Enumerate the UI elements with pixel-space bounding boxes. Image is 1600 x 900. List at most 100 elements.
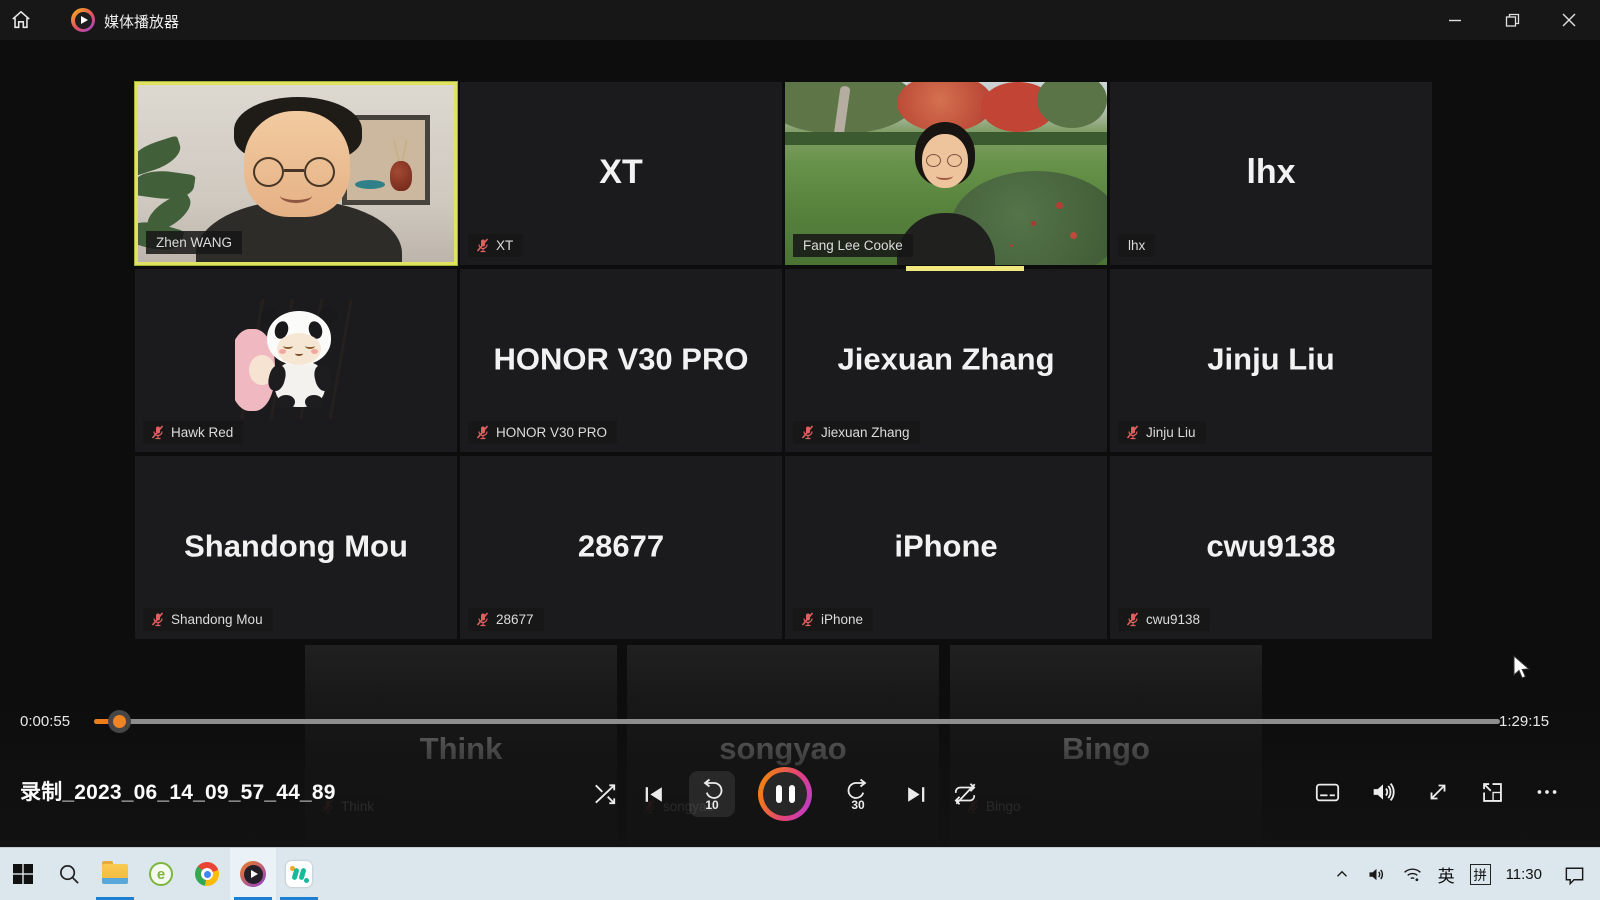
tile-honor-v30-pro: HONOR V30 PRO HONOR V30 PRO [460, 269, 782, 452]
fullscreen-button[interactable] [1425, 779, 1451, 805]
muted-mic-icon [476, 612, 490, 627]
participant-name: Fang Lee Cooke [803, 238, 903, 253]
home-icon [10, 9, 32, 31]
home-button[interactable] [0, 0, 42, 40]
tile-hawk-red: Hawk Red [135, 269, 457, 452]
muted-mic-icon [801, 612, 815, 627]
file-explorer-icon [102, 864, 128, 884]
participant-name: lhx [1128, 238, 1145, 253]
tile-xt: XT XT [460, 82, 782, 265]
more-options-button[interactable] [1534, 779, 1560, 805]
taskbar-teal-app[interactable] [276, 848, 322, 900]
participant-big-name: 28677 [460, 528, 782, 564]
participant-name: Jinju Liu [1146, 425, 1196, 440]
start-button[interactable] [0, 848, 46, 900]
participant-name-label: cwu9138 [1118, 608, 1210, 631]
skip-forward-amount: 30 [835, 798, 881, 812]
participant-name-label: 28677 [468, 608, 544, 631]
participant-name: cwu9138 [1146, 612, 1200, 627]
ime-language-indicator[interactable]: 英 [1438, 862, 1455, 887]
participant-name-label: Jiexuan Zhang [793, 421, 920, 444]
more-icon [1534, 779, 1560, 805]
tray-network[interactable] [1402, 864, 1423, 885]
search-icon [58, 863, 81, 886]
pause-icon [763, 772, 807, 816]
media-player-logo-icon [71, 8, 95, 32]
participant-name-label: Hawk Red [143, 421, 243, 444]
muted-mic-icon [151, 612, 165, 627]
participant-name-label: HONOR V30 PRO [468, 421, 617, 444]
restore-button[interactable] [1489, 0, 1535, 40]
participant-big-name: lhx [1110, 152, 1432, 191]
progress-bar-track[interactable] [94, 719, 1500, 724]
browser-e-icon: e [149, 862, 173, 886]
taskbar-search-button[interactable] [46, 848, 92, 900]
tile-shandong-mou: Shandong Mou Shandong Mou [135, 456, 457, 639]
notification-center[interactable] [1563, 863, 1586, 886]
tile-jinju-liu: Jinju Liu Jinju Liu [1110, 269, 1432, 452]
tile-fang-lee-cooke: Fang Lee Cooke [785, 82, 1107, 265]
skip-back-10-button[interactable]: 10 [689, 771, 735, 817]
participant-name: iPhone [821, 612, 863, 627]
participant-big-name: Jinju Liu [1110, 341, 1432, 377]
participant-name-label: Fang Lee Cooke [793, 234, 913, 257]
fullscreen-icon [1425, 779, 1451, 805]
participant-big-name: Bingo [950, 731, 1262, 767]
shuffle-button[interactable] [592, 781, 618, 807]
repeat-off-icon [952, 781, 978, 807]
tray-show-hidden-icons[interactable] [1333, 865, 1351, 883]
participant-name: Hawk Red [171, 425, 233, 440]
next-button[interactable] [904, 782, 929, 807]
participant-name-label: Zhen WANG [146, 231, 242, 254]
notification-icon [1563, 863, 1586, 886]
participant-name: Zhen WANG [156, 235, 232, 250]
participant-name: Jiexuan Zhang [821, 425, 910, 440]
taskbar-media-player[interactable] [230, 848, 276, 900]
participant-big-name: Shandong Mou [135, 528, 457, 564]
participant-name-label: Jinju Liu [1118, 421, 1206, 444]
participant-name-label: XT [468, 234, 523, 257]
participant-big-name: XT [460, 152, 782, 191]
participant-name-label: iPhone [793, 608, 873, 631]
minimize-button[interactable] [1432, 0, 1478, 40]
repeat-off-button[interactable] [952, 781, 978, 807]
ime-mode-indicator[interactable]: 拼 [1470, 864, 1491, 885]
restore-icon [1505, 13, 1520, 28]
chrome-icon [195, 862, 219, 886]
tile-cwu9138: cwu9138 cwu9138 [1110, 456, 1432, 639]
participant-big-name: iPhone [785, 528, 1107, 564]
skip-back-amount: 10 [689, 798, 735, 812]
active-audio-indicator [906, 266, 1024, 271]
participant-name: XT [496, 238, 513, 253]
muted-mic-icon [1126, 612, 1140, 627]
teal-app-icon [286, 861, 312, 887]
previous-icon [641, 782, 666, 807]
participant-big-name: songyao [627, 731, 939, 767]
participant-big-name: cwu9138 [1110, 528, 1432, 564]
tray-volume[interactable] [1366, 864, 1387, 885]
taskbar-chrome[interactable] [184, 848, 230, 900]
wifi-icon [1402, 864, 1423, 885]
previous-button[interactable] [641, 782, 666, 807]
close-button[interactable] [1546, 0, 1592, 40]
tile-lhx: lhx lhx [1110, 82, 1432, 265]
pause-button[interactable] [758, 767, 812, 821]
windows-taskbar: e [0, 847, 1600, 900]
skip-forward-30-button[interactable]: 30 [835, 771, 881, 817]
elapsed-time: 0:00:55 [20, 713, 70, 730]
mini-player-button[interactable] [1479, 779, 1506, 806]
taskbar-file-explorer[interactable] [92, 848, 138, 900]
muted-mic-icon [1126, 425, 1140, 440]
progress-thumb[interactable] [108, 710, 131, 733]
subtitles-button[interactable] [1314, 779, 1341, 806]
tile-zhen-wang: Zhen WANG [135, 82, 457, 265]
total-duration: 1:29:15 [1499, 713, 1549, 730]
next-icon [904, 782, 929, 807]
video-content[interactable]: Zhen WANG XT XT [0, 40, 1600, 847]
taskbar-clock[interactable]: 11:30 [1506, 866, 1542, 883]
media-player-taskbar-icon [240, 861, 266, 887]
volume-button[interactable] [1369, 778, 1397, 806]
taskbar-browser-e[interactable]: e [138, 848, 184, 900]
participant-big-name: Think [305, 731, 617, 767]
tile-iphone: iPhone iPhone [785, 456, 1107, 639]
